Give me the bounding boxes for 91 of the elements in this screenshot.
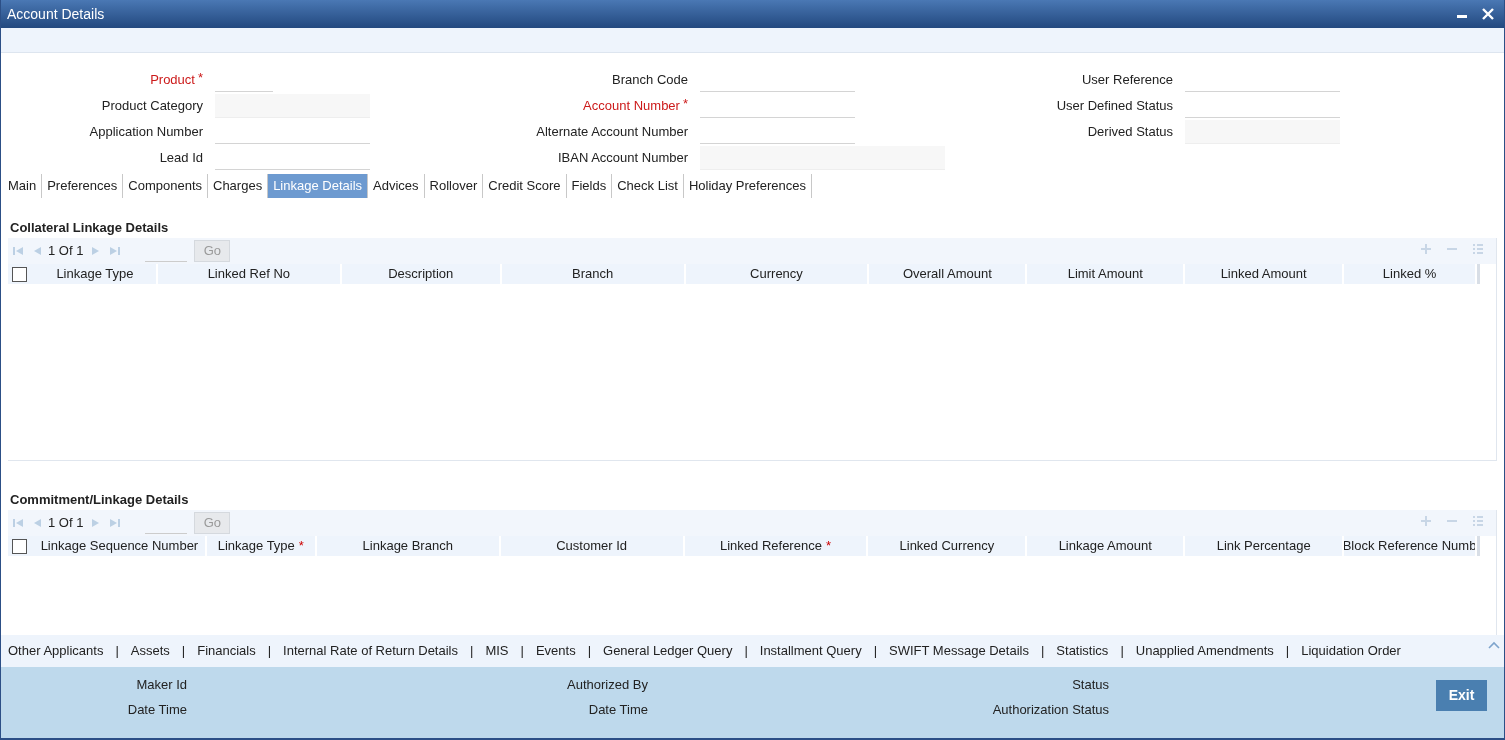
- footer-label: Date Time: [588, 701, 648, 719]
- column-title: Linked Ref No: [207, 265, 291, 284]
- footer-label: Status: [1072, 676, 1109, 694]
- required-mark: *: [825, 537, 831, 556]
- link-separator: |: [744, 642, 748, 661]
- first-page-icon[interactable]: [12, 246, 24, 256]
- previous-page-icon[interactable]: [32, 518, 42, 528]
- add-row-icon[interactable]: [1420, 243, 1432, 255]
- column-title: Block Reference Numb: [1344, 537, 1475, 556]
- page-indicator: 1 Of 1: [48, 514, 84, 533]
- section-title: Collateral Linkage Details: [9, 219, 170, 237]
- link-separator: |: [267, 642, 272, 661]
- field-label: User Reference: [1081, 71, 1173, 90]
- link-separator: |: [470, 642, 474, 661]
- column-title: Customer Id: [556, 537, 627, 556]
- tab[interactable]: Advices: [368, 174, 425, 198]
- column-title: Linked Reference: [720, 537, 822, 556]
- footer-label: Authorization Status: [992, 701, 1109, 719]
- tab[interactable]: Credit Score: [483, 174, 567, 198]
- tab[interactable]: Preferences: [42, 174, 124, 198]
- tab[interactable]: Components: [123, 174, 208, 198]
- link[interactable]: Installment Query: [759, 641, 862, 661]
- field-label: Product Category: [101, 97, 203, 116]
- link[interactable]: Events: [535, 641, 576, 661]
- column-title: Linkage Type: [55, 265, 135, 284]
- field-label: Alternate Account Number: [536, 123, 688, 142]
- link-separator: |: [1120, 642, 1124, 661]
- field-label: Product: [150, 71, 195, 90]
- link[interactable]: SWIFT Message Details: [889, 641, 1029, 661]
- link[interactable]: Liquidation Order: [1301, 641, 1401, 661]
- column-title: Linked %: [1382, 265, 1437, 284]
- link-separator: |: [587, 642, 592, 661]
- column-title: Link Percentage: [1216, 537, 1311, 556]
- last-page-icon[interactable]: [109, 518, 122, 528]
- column-title: Limit Amount: [1067, 265, 1143, 284]
- field-label: Application Number: [89, 123, 203, 142]
- previous-page-icon[interactable]: [32, 246, 42, 256]
- link[interactable]: General Ledger Query: [603, 641, 733, 661]
- link[interactable]: Assets: [130, 641, 170, 661]
- required-mark: *: [682, 95, 688, 114]
- tab[interactable]: Fields: [566, 174, 613, 198]
- link[interactable]: Financials: [197, 641, 256, 661]
- tab[interactable]: Rollover: [424, 174, 484, 198]
- section-title: Commitment/Linkage Details: [9, 491, 190, 509]
- field-label: Lead Id: [159, 149, 203, 168]
- chevron-up-icon[interactable]: [1488, 641, 1500, 649]
- required-mark: *: [298, 537, 304, 556]
- select-all-checkbox[interactable]: [12, 266, 27, 282]
- field-label: Branch Code: [612, 71, 688, 90]
- column-title: Currency: [750, 265, 803, 284]
- column-title: Description: [388, 265, 454, 284]
- column-title: Linkage Branch: [362, 537, 453, 556]
- field-label: Account Number: [583, 97, 680, 116]
- link[interactable]: Internal Rate of Return Details: [283, 641, 458, 661]
- first-page-icon[interactable]: [12, 518, 24, 528]
- link[interactable]: Unapplied Amendments: [1135, 641, 1274, 661]
- link[interactable]: Statistics: [1056, 641, 1109, 661]
- footer-label: Authorized By: [567, 676, 648, 694]
- footer-label: Date Time: [127, 701, 187, 719]
- column-title: Linked Currency: [899, 537, 995, 556]
- column-title: Linkage Type: [217, 537, 295, 556]
- field-label: IBAN Account Number: [557, 149, 688, 168]
- field-label: User Defined Status: [1056, 97, 1173, 116]
- column-title: Linked Amount: [1220, 265, 1307, 284]
- link-separator: |: [520, 642, 524, 661]
- add-row-icon[interactable]: [1420, 515, 1432, 527]
- column-title: Branch: [572, 265, 614, 284]
- footer-label: Maker Id: [136, 676, 187, 694]
- list-icon[interactable]: [1472, 515, 1484, 527]
- list-icon[interactable]: [1472, 243, 1484, 255]
- link-separator: |: [115, 642, 119, 661]
- field-label: Derived Status: [1087, 123, 1173, 142]
- tab[interactable]: Main: [3, 174, 43, 198]
- link-separator: |: [181, 642, 186, 661]
- required-mark: *: [197, 69, 203, 88]
- column-title: Linkage Sequence Number: [39, 537, 200, 556]
- tab[interactable]: Check List: [612, 174, 684, 198]
- link-separator: |: [1285, 642, 1290, 661]
- last-page-icon[interactable]: [109, 246, 122, 256]
- link[interactable]: Other Applicants: [8, 641, 104, 661]
- column-title: Overall Amount: [902, 265, 992, 284]
- column-title: Linkage Amount: [1058, 537, 1152, 556]
- link[interactable]: MIS: [485, 641, 509, 661]
- page-indicator: 1 Of 1: [48, 242, 84, 261]
- link-separator: |: [1040, 642, 1045, 661]
- select-all-checkbox[interactable]: [12, 538, 27, 554]
- window-title: Account Details: [7, 4, 105, 24]
- link-separator: |: [873, 642, 878, 661]
- close-icon[interactable]: [1482, 8, 1494, 20]
- tab[interactable]: Holiday Preferences: [683, 174, 812, 198]
- exit-button[interactable]: Exit: [1436, 680, 1487, 711]
